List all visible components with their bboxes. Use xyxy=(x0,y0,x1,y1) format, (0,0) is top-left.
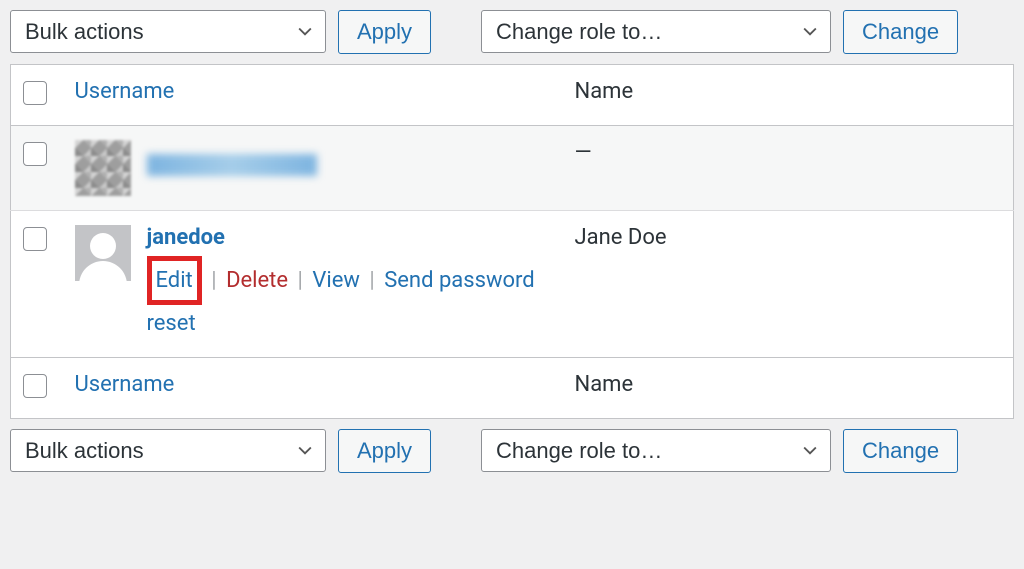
row-checkbox[interactable] xyxy=(23,142,47,166)
bulk-actions-select[interactable]: Bulk actions xyxy=(10,10,326,53)
change-role-select[interactable]: Change role to… xyxy=(481,10,831,53)
apply-button[interactable]: Apply xyxy=(338,10,431,54)
column-header-name: Name xyxy=(575,79,634,104)
bulk-actions-select-wrapper: Bulk actions xyxy=(10,10,326,54)
table-row: — xyxy=(11,126,1014,211)
edit-highlight: Edit xyxy=(147,256,202,305)
select-all-checkbox[interactable] xyxy=(23,81,47,105)
view-link[interactable]: View xyxy=(312,268,360,293)
change-role-select-wrapper: Change role to… xyxy=(481,10,831,54)
row-checkbox[interactable] xyxy=(23,227,47,251)
change-role-select-wrapper: Change role to… xyxy=(481,429,831,473)
user-name-value: Jane Doe xyxy=(575,225,667,250)
change-button[interactable]: Change xyxy=(843,10,958,54)
column-footer-username[interactable]: Username xyxy=(75,372,175,397)
change-button[interactable]: Change xyxy=(843,429,958,473)
users-table: Username Name — janedoe xyxy=(10,64,1014,419)
avatar xyxy=(75,225,131,281)
edit-link[interactable]: Edit xyxy=(156,268,193,293)
user-name-value: — xyxy=(575,140,592,165)
username-link[interactable] xyxy=(147,154,317,176)
column-header-username[interactable]: Username xyxy=(75,79,175,104)
bulk-actions-select[interactable]: Bulk actions xyxy=(10,429,326,472)
apply-button[interactable]: Apply xyxy=(338,429,431,473)
select-all-checkbox[interactable] xyxy=(23,374,47,398)
top-toolbar: Bulk actions Apply Change role to… Chang… xyxy=(0,0,1024,64)
bottom-toolbar: Bulk actions Apply Change role to… Chang… xyxy=(0,419,1024,483)
avatar xyxy=(75,140,131,196)
row-actions: Edit | Delete | View | Send password res… xyxy=(147,256,551,343)
delete-link[interactable]: Delete xyxy=(226,268,288,293)
column-footer-name: Name xyxy=(575,372,634,397)
table-row: janedoe Edit | Delete | View | Send pass… xyxy=(11,211,1014,358)
change-role-select[interactable]: Change role to… xyxy=(481,429,831,472)
bulk-actions-select-wrapper: Bulk actions xyxy=(10,429,326,473)
username-link[interactable]: janedoe xyxy=(147,225,225,250)
